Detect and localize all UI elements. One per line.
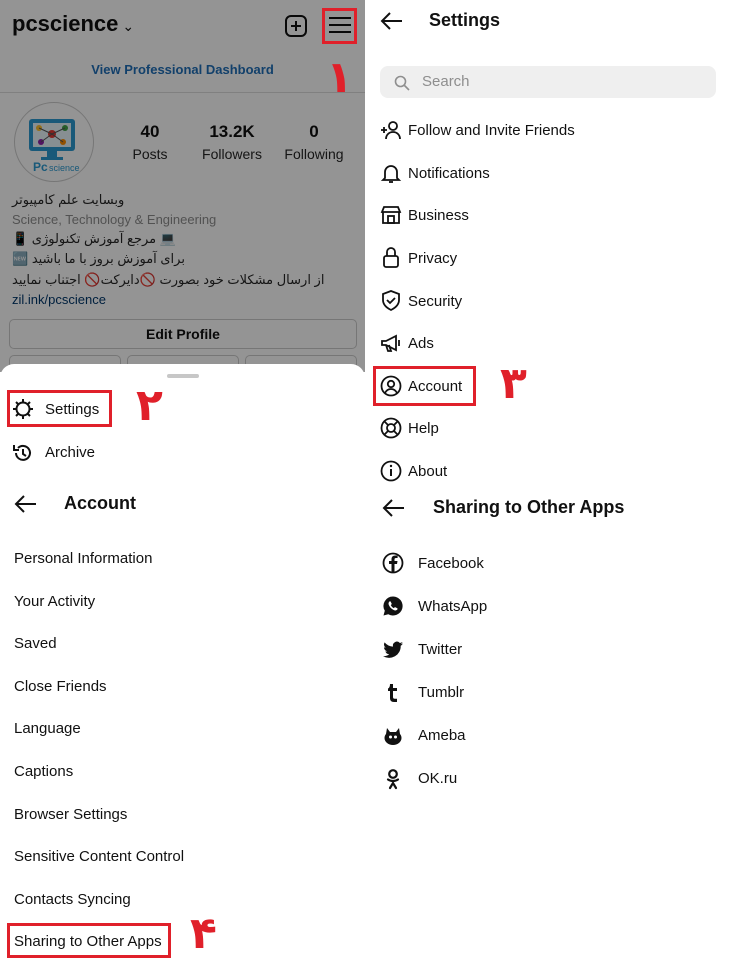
tumblr-icon — [382, 682, 404, 704]
highlight-box — [373, 366, 476, 406]
step-number: ۴ — [190, 908, 217, 959]
account-item-close-friends[interactable]: Close Friends — [14, 678, 107, 695]
settings-title: Settings — [429, 10, 501, 30]
account-item-contacts-syncing[interactable]: Contacts Syncing — [14, 891, 131, 908]
settings-item-follow-invite[interactable]: Follow and Invite Friends — [408, 122, 575, 139]
back-arrow-icon[interactable] — [380, 11, 404, 31]
settings-item-ads[interactable]: Ads — [408, 335, 434, 352]
twitter-icon — [382, 639, 404, 661]
settings-item-about[interactable]: About — [408, 463, 447, 480]
settings-item-notifications[interactable]: Notifications — [408, 165, 490, 182]
search-icon — [394, 75, 410, 91]
settings-item-business[interactable]: Business — [408, 207, 469, 224]
add-person-icon — [380, 119, 402, 141]
facebook-icon — [382, 552, 404, 574]
account-item-captions[interactable]: Captions — [14, 763, 73, 780]
account-item-browser-settings[interactable]: Browser Settings — [14, 806, 127, 823]
highlight-box — [322, 8, 357, 44]
step-number: ۱ — [326, 52, 353, 103]
account-item-sensitive-content-control[interactable]: Sensitive Content Control — [14, 848, 184, 865]
settings-item-security[interactable]: Security — [408, 293, 462, 310]
back-arrow-icon[interactable] — [14, 494, 38, 514]
megaphone-icon — [380, 332, 402, 354]
back-arrow-icon[interactable] — [382, 498, 406, 518]
whatsapp-icon — [382, 595, 404, 617]
share-item-ameba[interactable]: Ameba — [418, 727, 466, 744]
lifebuoy-icon — [380, 417, 402, 439]
highlight-box — [7, 390, 112, 427]
search-placeholder: Search — [422, 73, 470, 90]
step-number: ۲ — [136, 380, 163, 431]
highlight-box — [7, 923, 171, 958]
share-item-facebook[interactable]: Facebook — [418, 555, 484, 572]
account-item-your-activity[interactable]: Your Activity — [14, 593, 95, 610]
modal-overlay[interactable] — [0, 0, 365, 372]
settings-item-help[interactable]: Help — [408, 420, 439, 437]
step-number: ۳ — [500, 358, 527, 409]
sheet-archive-item[interactable]: Archive — [45, 444, 95, 461]
account-item-personal-information[interactable]: Personal Information — [14, 550, 152, 567]
sharing-title: Sharing to Other Apps — [433, 497, 625, 517]
account-title: Account — [64, 493, 136, 513]
profile-screen: pcscience ⌄ View Professional Dashboard P… — [0, 0, 365, 372]
account-item-saved[interactable]: Saved — [14, 635, 57, 652]
sheet-handle[interactable] — [167, 374, 199, 378]
account-item-language[interactable]: Language — [14, 720, 81, 737]
settings-item-privacy[interactable]: Privacy — [408, 250, 457, 267]
share-item-twitter[interactable]: Twitter — [418, 641, 462, 658]
share-item-okru[interactable]: OK.ru — [418, 770, 457, 787]
archive-history-icon — [12, 442, 34, 464]
okru-icon — [382, 768, 404, 790]
share-item-tumblr[interactable]: Tumblr — [418, 684, 464, 701]
share-item-whatsapp[interactable]: WhatsApp — [418, 598, 487, 615]
store-icon — [380, 204, 402, 226]
lock-icon — [380, 246, 402, 268]
search-input[interactable]: Search — [380, 66, 716, 98]
ameba-icon — [382, 725, 404, 747]
bell-icon — [380, 162, 402, 184]
info-icon — [380, 460, 402, 482]
shield-icon — [380, 289, 402, 312]
